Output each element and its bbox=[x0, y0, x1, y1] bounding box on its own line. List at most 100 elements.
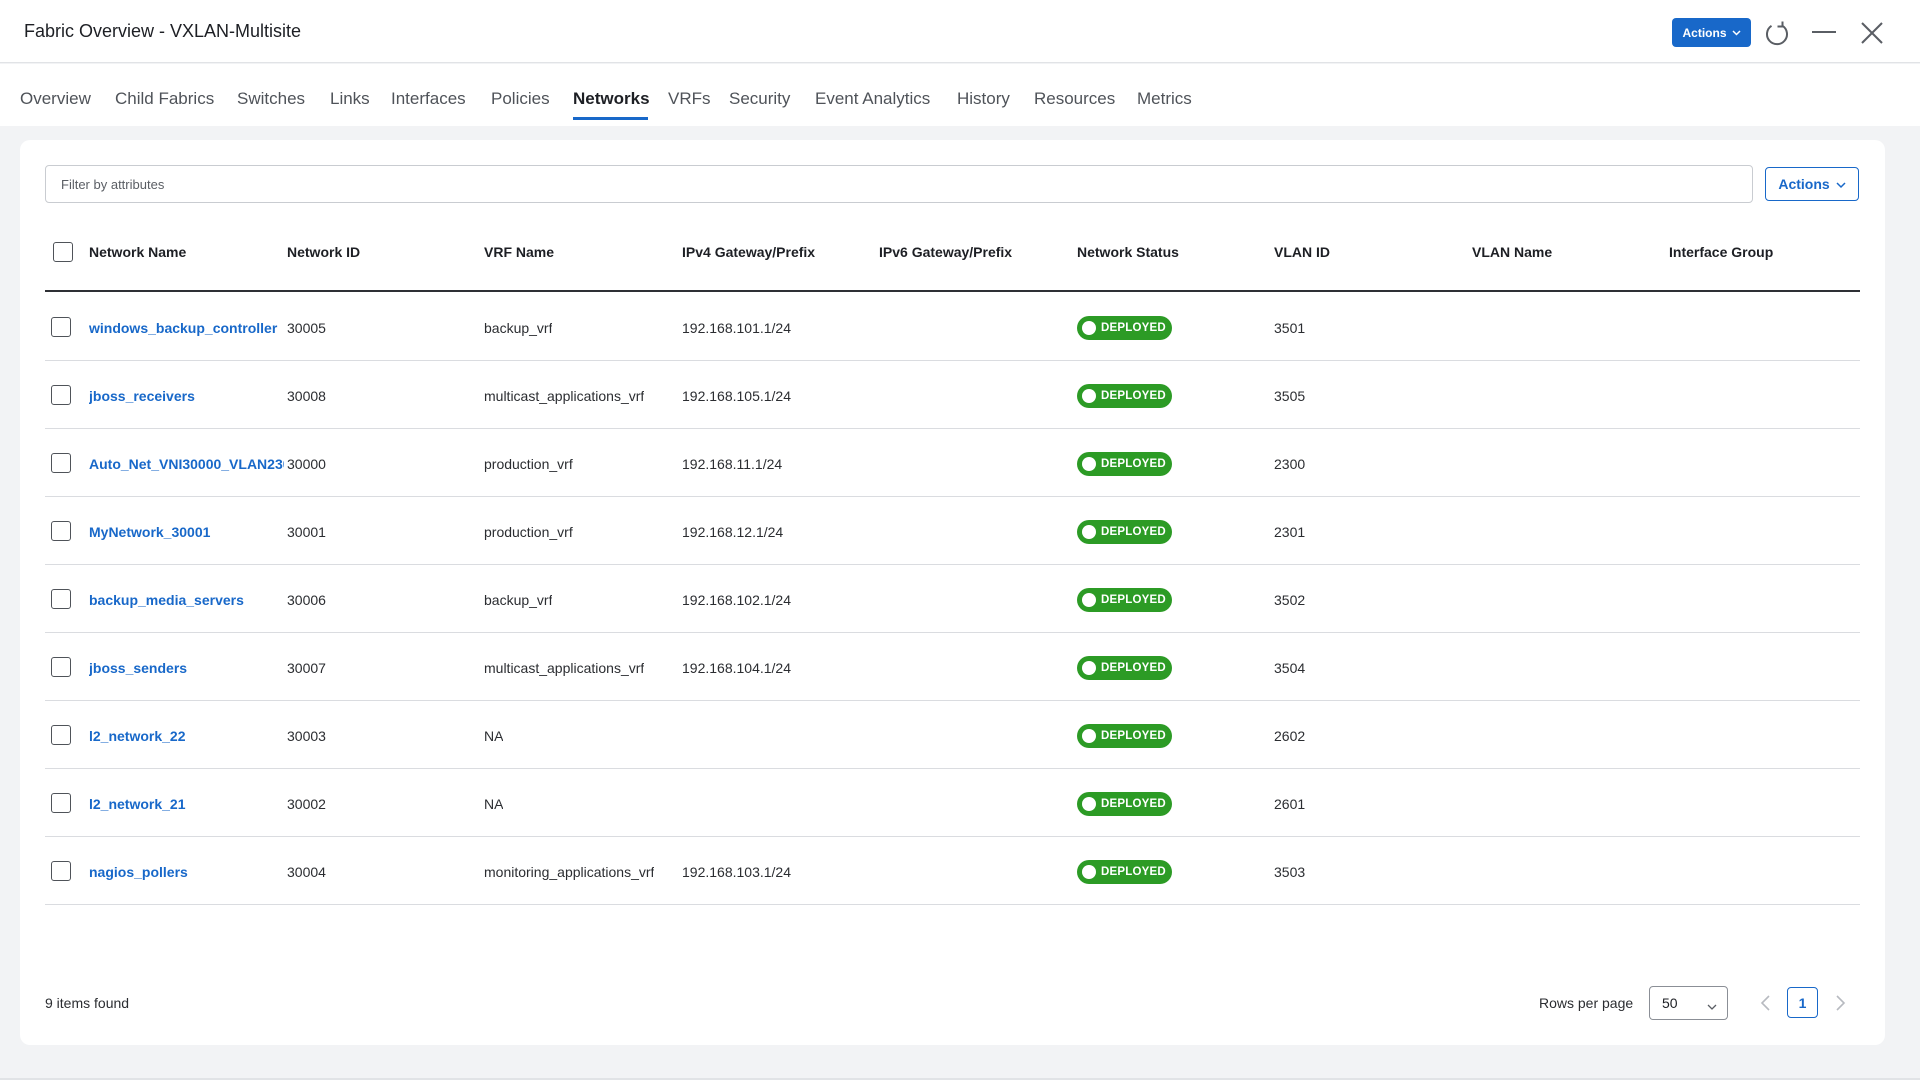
tab-policies[interactable]: Policies bbox=[491, 89, 550, 109]
row-checkbox[interactable] bbox=[51, 385, 71, 405]
status-badge: DEPLOYED bbox=[1077, 792, 1172, 816]
chevron-right-icon[interactable] bbox=[1829, 992, 1851, 1014]
rows-per-page-select[interactable]: 50 bbox=[1649, 986, 1728, 1020]
tab-metrics[interactable]: Metrics bbox=[1137, 89, 1192, 109]
column-header-vlan-name[interactable]: VLAN Name bbox=[1472, 244, 1552, 260]
network-id: 30002 bbox=[287, 796, 326, 812]
table-row[interactable]: nagios_pollers 30004 monitoring_applicat… bbox=[45, 837, 1860, 905]
vlan-id: 3503 bbox=[1274, 864, 1306, 880]
row-checkbox[interactable] bbox=[51, 453, 71, 473]
vrf-name: backup_vrf bbox=[484, 320, 553, 336]
row-checkbox[interactable] bbox=[51, 657, 71, 677]
tab-switches[interactable]: Switches bbox=[237, 89, 305, 109]
status-label: DEPLOYED bbox=[1101, 322, 1166, 334]
vlan-id: 2301 bbox=[1274, 524, 1306, 540]
table-row[interactable]: l2_network_22 30003 NA DEPLOYED 2602 bbox=[45, 701, 1860, 769]
vlan-id: 2300 bbox=[1274, 456, 1306, 472]
network-name-link[interactable]: nagios_pollers bbox=[89, 864, 284, 880]
network-name-link[interactable]: l2_network_22 bbox=[89, 728, 284, 744]
status-dot-icon bbox=[1082, 797, 1096, 811]
network-name-link[interactable]: Auto_Net_VNI30000_VLAN2300 bbox=[89, 456, 284, 472]
items-found-count: 9 items found bbox=[45, 995, 130, 1011]
column-header-network-status[interactable]: Network Status bbox=[1077, 244, 1179, 260]
header-actions-button[interactable]: Actions bbox=[1672, 18, 1751, 47]
row-checkbox[interactable] bbox=[51, 793, 71, 813]
row-checkbox[interactable] bbox=[51, 725, 71, 745]
column-header-vrf-name[interactable]: VRF Name bbox=[484, 244, 554, 260]
vrf-name: NA bbox=[484, 728, 504, 744]
vrf-name: multicast_applications_vrf bbox=[484, 388, 645, 404]
chevron-left-icon[interactable] bbox=[1755, 992, 1777, 1014]
status-label: DEPLOYED bbox=[1101, 526, 1166, 538]
column-header-interface-group[interactable]: Interface Group bbox=[1669, 244, 1773, 260]
network-name-link[interactable]: jboss_senders bbox=[89, 660, 284, 676]
vlan-id: 3505 bbox=[1274, 388, 1306, 404]
rows-per-page-value: 50 bbox=[1662, 995, 1678, 1011]
network-name-link[interactable]: l2_network_21 bbox=[89, 796, 284, 812]
table-row[interactable]: backup_media_servers 30006 backup_vrf 19… bbox=[45, 565, 1860, 633]
table-row[interactable]: windows_backup_controller 30005 backup_v… bbox=[45, 293, 1860, 361]
tab-overview[interactable]: Overview bbox=[20, 89, 91, 109]
minimize-icon[interactable] bbox=[1810, 19, 1838, 47]
tab-links[interactable]: Links bbox=[330, 89, 370, 109]
tab-vrfs[interactable]: VRFs bbox=[668, 89, 711, 109]
tab-child-fabrics[interactable]: Child Fabrics bbox=[115, 89, 214, 109]
tab-security[interactable]: Security bbox=[729, 89, 790, 109]
status-badge: DEPLOYED bbox=[1077, 860, 1172, 884]
column-header-ipv4-gateway[interactable]: IPv4 Gateway/Prefix bbox=[682, 244, 815, 260]
network-name-link[interactable]: jboss_receivers bbox=[89, 388, 284, 404]
table-row[interactable]: l2_network_21 30002 NA DEPLOYED 2601 bbox=[45, 769, 1860, 837]
status-label: DEPLOYED bbox=[1101, 662, 1166, 674]
filter-input[interactable] bbox=[45, 165, 1753, 203]
status-label: DEPLOYED bbox=[1101, 390, 1166, 402]
column-header-vlan-id[interactable]: VLAN ID bbox=[1274, 244, 1330, 260]
network-id: 30004 bbox=[287, 864, 326, 880]
row-checkbox[interactable] bbox=[51, 317, 71, 337]
vrf-name: backup_vrf bbox=[484, 592, 553, 608]
status-label: DEPLOYED bbox=[1101, 798, 1166, 810]
network-name-link[interactable]: MyNetwork_30001 bbox=[89, 524, 284, 540]
status-dot-icon bbox=[1082, 321, 1096, 335]
column-header-network-name[interactable]: Network Name bbox=[89, 244, 186, 260]
table-row[interactable]: jboss_senders 30007 multicast_applicatio… bbox=[45, 633, 1860, 701]
vlan-id: 3502 bbox=[1274, 592, 1306, 608]
tab-interfaces[interactable]: Interfaces bbox=[391, 89, 466, 109]
status-badge: DEPLOYED bbox=[1077, 588, 1172, 612]
select-all-checkbox[interactable] bbox=[53, 242, 73, 262]
tab-resources[interactable]: Resources bbox=[1034, 89, 1115, 109]
network-name-link[interactable]: backup_media_servers bbox=[89, 592, 284, 608]
status-badge: DEPLOYED bbox=[1077, 520, 1172, 544]
status-dot-icon bbox=[1082, 729, 1096, 743]
status-badge: DEPLOYED bbox=[1077, 724, 1172, 748]
ipv4-gateway: 192.168.104.1/24 bbox=[682, 660, 791, 676]
network-id: 30005 bbox=[287, 320, 326, 336]
refresh-icon[interactable] bbox=[1763, 19, 1791, 47]
row-checkbox[interactable] bbox=[51, 589, 71, 609]
tab-event-analytics[interactable]: Event Analytics bbox=[815, 89, 930, 109]
ipv4-gateway: 192.168.11.1/24 bbox=[682, 456, 783, 472]
tab-networks[interactable]: Networks bbox=[573, 89, 650, 109]
row-checkbox[interactable] bbox=[51, 861, 71, 881]
table-actions-button[interactable]: Actions bbox=[1765, 167, 1859, 201]
row-checkbox[interactable] bbox=[51, 521, 71, 541]
table-row[interactable]: jboss_receivers 30008 multicast_applicat… bbox=[45, 361, 1860, 429]
table-row[interactable]: Auto_Net_VNI30000_VLAN2300 30000 product… bbox=[45, 429, 1860, 497]
column-header-ipv6-gateway[interactable]: IPv6 Gateway/Prefix bbox=[879, 244, 1012, 260]
status-label: DEPLOYED bbox=[1101, 730, 1166, 742]
status-badge: DEPLOYED bbox=[1077, 452, 1172, 476]
ipv4-gateway: 192.168.12.1/24 bbox=[682, 524, 784, 540]
network-name-link[interactable]: windows_backup_controller bbox=[89, 320, 284, 336]
table-actions-label: Actions bbox=[1778, 176, 1830, 192]
close-icon[interactable] bbox=[1858, 19, 1886, 47]
page-number-button[interactable]: 1 bbox=[1787, 987, 1818, 1018]
network-id: 30008 bbox=[287, 388, 326, 404]
network-id: 30001 bbox=[287, 524, 326, 540]
tab-history[interactable]: History bbox=[957, 89, 1010, 109]
ipv4-gateway: 192.168.102.1/24 bbox=[682, 592, 791, 608]
chevron-down-icon bbox=[1731, 29, 1741, 36]
rows-per-page-label: Rows per page bbox=[1539, 995, 1634, 1011]
status-badge: DEPLOYED bbox=[1077, 316, 1172, 340]
column-header-network-id[interactable]: Network ID bbox=[287, 244, 360, 260]
table-row[interactable]: MyNetwork_30001 30001 production_vrf 192… bbox=[45, 497, 1860, 565]
vlan-id: 3501 bbox=[1274, 320, 1306, 336]
